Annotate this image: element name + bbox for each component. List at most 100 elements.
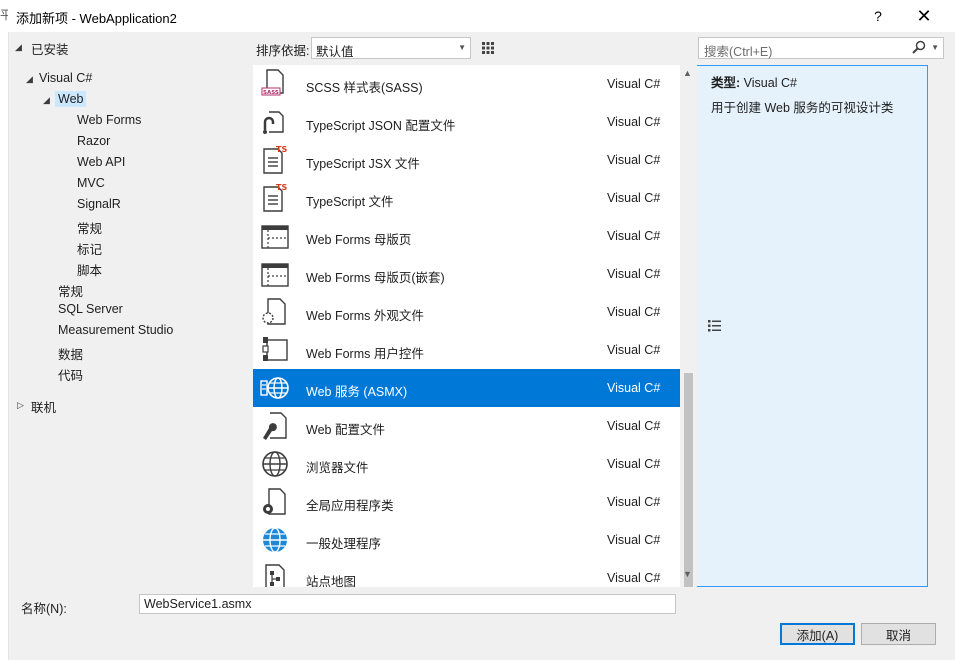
template-name: 站点地图 [306, 575, 357, 587]
type-value: Visual C# [743, 76, 797, 90]
template-language: Visual C# [607, 267, 661, 281]
collapse-arrow-icon[interactable]: ◢ [26, 74, 33, 85]
template-row[interactable]: SASS SCSS 样式表(SASS) Visual C# [253, 65, 680, 103]
template-language: Visual C# [607, 419, 661, 433]
template-language: Visual C# [607, 77, 661, 91]
tree-node-markup[interactable]: 标记 [77, 239, 102, 258]
tree-node-mvc[interactable]: MVC [77, 176, 105, 190]
dropdown-arrow-icon: ▼ [458, 43, 466, 52]
scroll-up-icon[interactable]: ▲ [683, 68, 692, 78]
grid-view-button[interactable] [477, 37, 499, 59]
tree-node-web-api[interactable]: Web API [77, 155, 125, 169]
template-language: Visual C# [607, 457, 661, 471]
tree-node-signalr[interactable]: SignalR [77, 197, 121, 211]
tree-node-scripts[interactable]: 脚本 [77, 260, 102, 279]
tree-node-measurement-studio[interactable]: Measurement Studio [58, 323, 173, 337]
svg-text:TS: TS [276, 145, 287, 154]
template-language: Visual C# [607, 191, 661, 205]
template-language: Visual C# [607, 343, 661, 357]
tree-node-visual-csharp[interactable]: Visual C# [39, 71, 92, 85]
template-list: SASS SCSS 样式表(SASS) Visual C# TypeScript JS… [253, 65, 680, 587]
scrollbar-thumb[interactable] [684, 373, 693, 587]
template-name: 浏览器文件 [306, 461, 369, 475]
add-button[interactable]: 添加(A) [780, 623, 855, 645]
web-service-icon [260, 377, 289, 399]
tree-node-razor[interactable]: Razor [77, 134, 110, 148]
background-window-edge: 平 [0, 8, 8, 22]
browser-file-icon [262, 451, 288, 477]
config-file-icon [263, 412, 287, 440]
template-language: Visual C# [607, 115, 661, 129]
collapse-arrow-icon[interactable]: ◢ [43, 95, 50, 106]
template-row[interactable]: 站点地图 Visual C# [253, 559, 680, 587]
template-language: Visual C# [607, 229, 661, 243]
template-row[interactable]: 一般处理程序 Visual C# [253, 521, 680, 559]
template-row[interactable]: TS TypeScript JSX 文件 Visual C# [253, 141, 680, 179]
search-icon[interactable] [912, 40, 926, 54]
template-name: TypeScript JSX 文件 [306, 157, 420, 171]
template-name: Web 服务 (ASMX) [306, 385, 408, 399]
search-input[interactable]: 搜索(Ctrl+E) ▼ [698, 37, 944, 59]
template-row[interactable]: Web 配置文件 Visual C# [253, 407, 680, 445]
template-name: Web Forms 用户控件 [306, 347, 424, 361]
template-language: Visual C# [607, 381, 661, 395]
tree-node-online[interactable]: 联机 [31, 397, 56, 416]
tree-node-sql-server[interactable]: SQL Server [58, 302, 123, 316]
template-name: Web 配置文件 [306, 423, 385, 437]
json-config-icon [263, 111, 284, 134]
template-row[interactable]: 浏览器文件 Visual C# [253, 445, 680, 483]
template-row[interactable]: TS TypeScript 文件 Visual C# [253, 179, 680, 217]
close-button[interactable]: ✕ [901, 0, 947, 32]
template-language: Visual C# [607, 153, 661, 167]
template-name: 一般处理程序 [306, 537, 382, 551]
template-language: Visual C# [607, 571, 661, 585]
template-row[interactable]: Web Forms 母版页 Visual C# [253, 217, 680, 255]
template-name: TypeScript 文件 [306, 195, 394, 209]
master-page-icon [261, 225, 289, 249]
template-row[interactable]: Web Forms 用户控件 Visual C# [253, 331, 680, 369]
skin-file-icon [262, 298, 286, 325]
grid-icon [482, 42, 494, 54]
tree-node-general[interactable]: 常规 [58, 281, 83, 300]
template-row[interactable]: 全局应用程序类 Visual C# [253, 483, 680, 521]
collapse-arrow-icon[interactable]: ◢ [15, 42, 22, 53]
template-list-scrollbar[interactable]: ▲ ▼ [680, 65, 697, 587]
tree-node-web[interactable]: Web [55, 91, 87, 107]
template-language: Visual C# [607, 495, 661, 509]
tree-node-web-forms[interactable]: Web Forms [77, 113, 141, 127]
user-control-icon [262, 337, 288, 361]
tree-node-data[interactable]: 数据 [58, 344, 83, 363]
generic-handler-icon [263, 527, 287, 553]
typescript-file-icon: TS [263, 183, 287, 212]
svg-text:SASS: SASS [263, 90, 279, 96]
typescript-file-icon: TS [263, 145, 287, 174]
tree-node-web-general[interactable]: 常规 [77, 218, 102, 237]
template-name: Web Forms 外观文件 [306, 309, 424, 323]
svg-text:TS: TS [276, 183, 287, 192]
tree-node-code[interactable]: 代码 [58, 365, 83, 384]
scss-file-icon: SASS [261, 69, 284, 96]
template-row[interactable]: TypeScript JSON 配置文件 Visual C# [253, 103, 680, 141]
sort-dropdown[interactable]: 默认值 ▼ [311, 37, 471, 59]
category-tree: ◢ 已安装 ◢ Visual C# ◢ Web Web Forms Razor … [9, 32, 247, 584]
expand-arrow-icon[interactable]: ▷ [17, 400, 24, 411]
sitemap-icon [265, 564, 285, 587]
help-button[interactable]: ? [855, 0, 901, 32]
search-options-arrow-icon[interactable]: ▼ [931, 43, 939, 52]
list-icon [708, 320, 721, 332]
template-row[interactable]: Web Forms 外观文件 Visual C# [253, 293, 680, 331]
title-bar: 平 添加新项 - WebApplication2 ? ✕ [0, 0, 955, 32]
template-row[interactable]: Web Forms 母版页(嵌套) Visual C# [253, 255, 680, 293]
template-name: TypeScript JSON 配置文件 [306, 119, 456, 133]
name-field[interactable]: WebService1.asmx [139, 594, 676, 614]
template-name: SCSS 样式表(SASS) [306, 81, 423, 95]
template-language: Visual C# [607, 533, 661, 547]
tree-node-installed[interactable]: 已安装 [31, 39, 69, 58]
type-label: 类型: [711, 76, 741, 90]
scroll-down-icon[interactable]: ▼ [683, 569, 692, 579]
template-name: Web Forms 母版页(嵌套) [306, 271, 445, 285]
master-page-icon [261, 263, 289, 287]
cancel-button[interactable]: 取消 [861, 623, 936, 645]
template-row[interactable]: Web 服务 (ASMX) Visual C# [253, 369, 680, 407]
template-language: Visual C# [607, 305, 661, 319]
